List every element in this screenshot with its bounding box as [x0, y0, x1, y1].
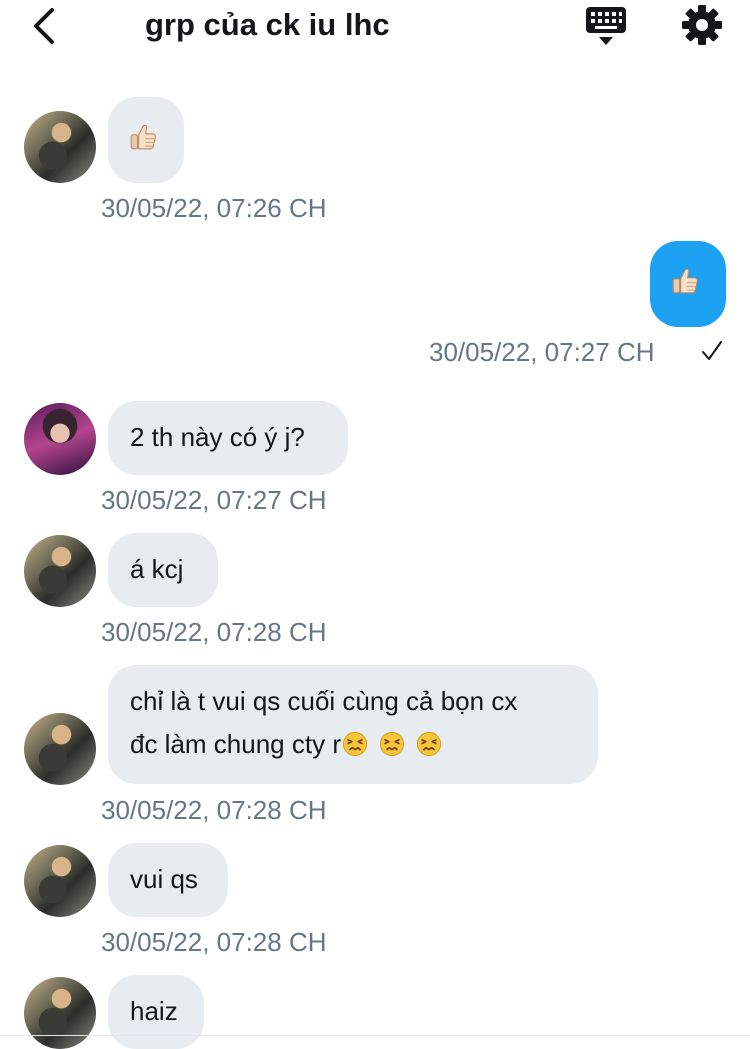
message-timestamp: 30/05/22, 07:28 CH: [101, 927, 327, 957]
back-arrow-icon: [34, 8, 54, 44]
persevering-face-icon: [379, 731, 405, 757]
message-bubble-outgoing[interactable]: [650, 241, 726, 327]
back-button[interactable]: [26, 4, 66, 48]
message-bubble[interactable]: chỉ là t vui qs cuối cùng cả bọn cx đc l…: [108, 665, 598, 784]
keyboard-button[interactable]: [584, 5, 628, 49]
avatar[interactable]: [24, 713, 96, 785]
conversation-title[interactable]: grp của ck iu lhc: [145, 7, 390, 43]
message-text: đc làm chung cty r: [130, 729, 341, 759]
message-bubble[interactable]: á kcj: [108, 533, 218, 607]
message-text-line: chỉ là t vui qs cuối cùng cả bọn cx: [130, 686, 518, 716]
persevering-face-icon: [416, 731, 442, 757]
keyboard-icon: [586, 7, 626, 45]
message-timestamp: 30/05/22, 07:27 CH: [429, 337, 655, 367]
message-bubble[interactable]: 2 th này có ý j?: [108, 401, 348, 475]
avatar[interactable]: [24, 403, 96, 475]
message-timestamp: 30/05/22, 07:28 CH: [101, 795, 327, 825]
avatar[interactable]: [24, 845, 96, 917]
persevering-face-icon: [342, 731, 368, 757]
message-text: 2 th này có ý j?: [130, 422, 305, 452]
message-bubble[interactable]: [108, 97, 184, 183]
composer-divider: [0, 1035, 750, 1036]
gear-icon: [682, 5, 722, 45]
avatar[interactable]: [24, 111, 96, 183]
message-timestamp: 30/05/22, 07:27 CH: [101, 485, 327, 515]
settings-button[interactable]: [680, 3, 724, 47]
chat-header: grp của ck iu lhc: [0, 0, 750, 56]
message-text: á kcj: [130, 554, 184, 584]
message-text-line: đc làm chung cty r: [130, 723, 576, 766]
thumbs-up-icon: [128, 122, 158, 152]
avatar[interactable]: [24, 535, 96, 607]
thumbs-up-icon: [670, 266, 700, 296]
avatar[interactable]: [24, 977, 96, 1049]
message-timestamp: 30/05/22, 07:28 CH: [101, 617, 327, 647]
message-timestamp: 30/05/22, 07:26 CH: [101, 193, 327, 223]
message-bubble[interactable]: vui qs: [108, 843, 228, 917]
message-bubble[interactable]: haiz: [108, 975, 204, 1049]
message-text: haiz: [130, 996, 178, 1026]
checkmark-icon: [702, 341, 722, 360]
message-text: vui qs: [130, 864, 198, 894]
